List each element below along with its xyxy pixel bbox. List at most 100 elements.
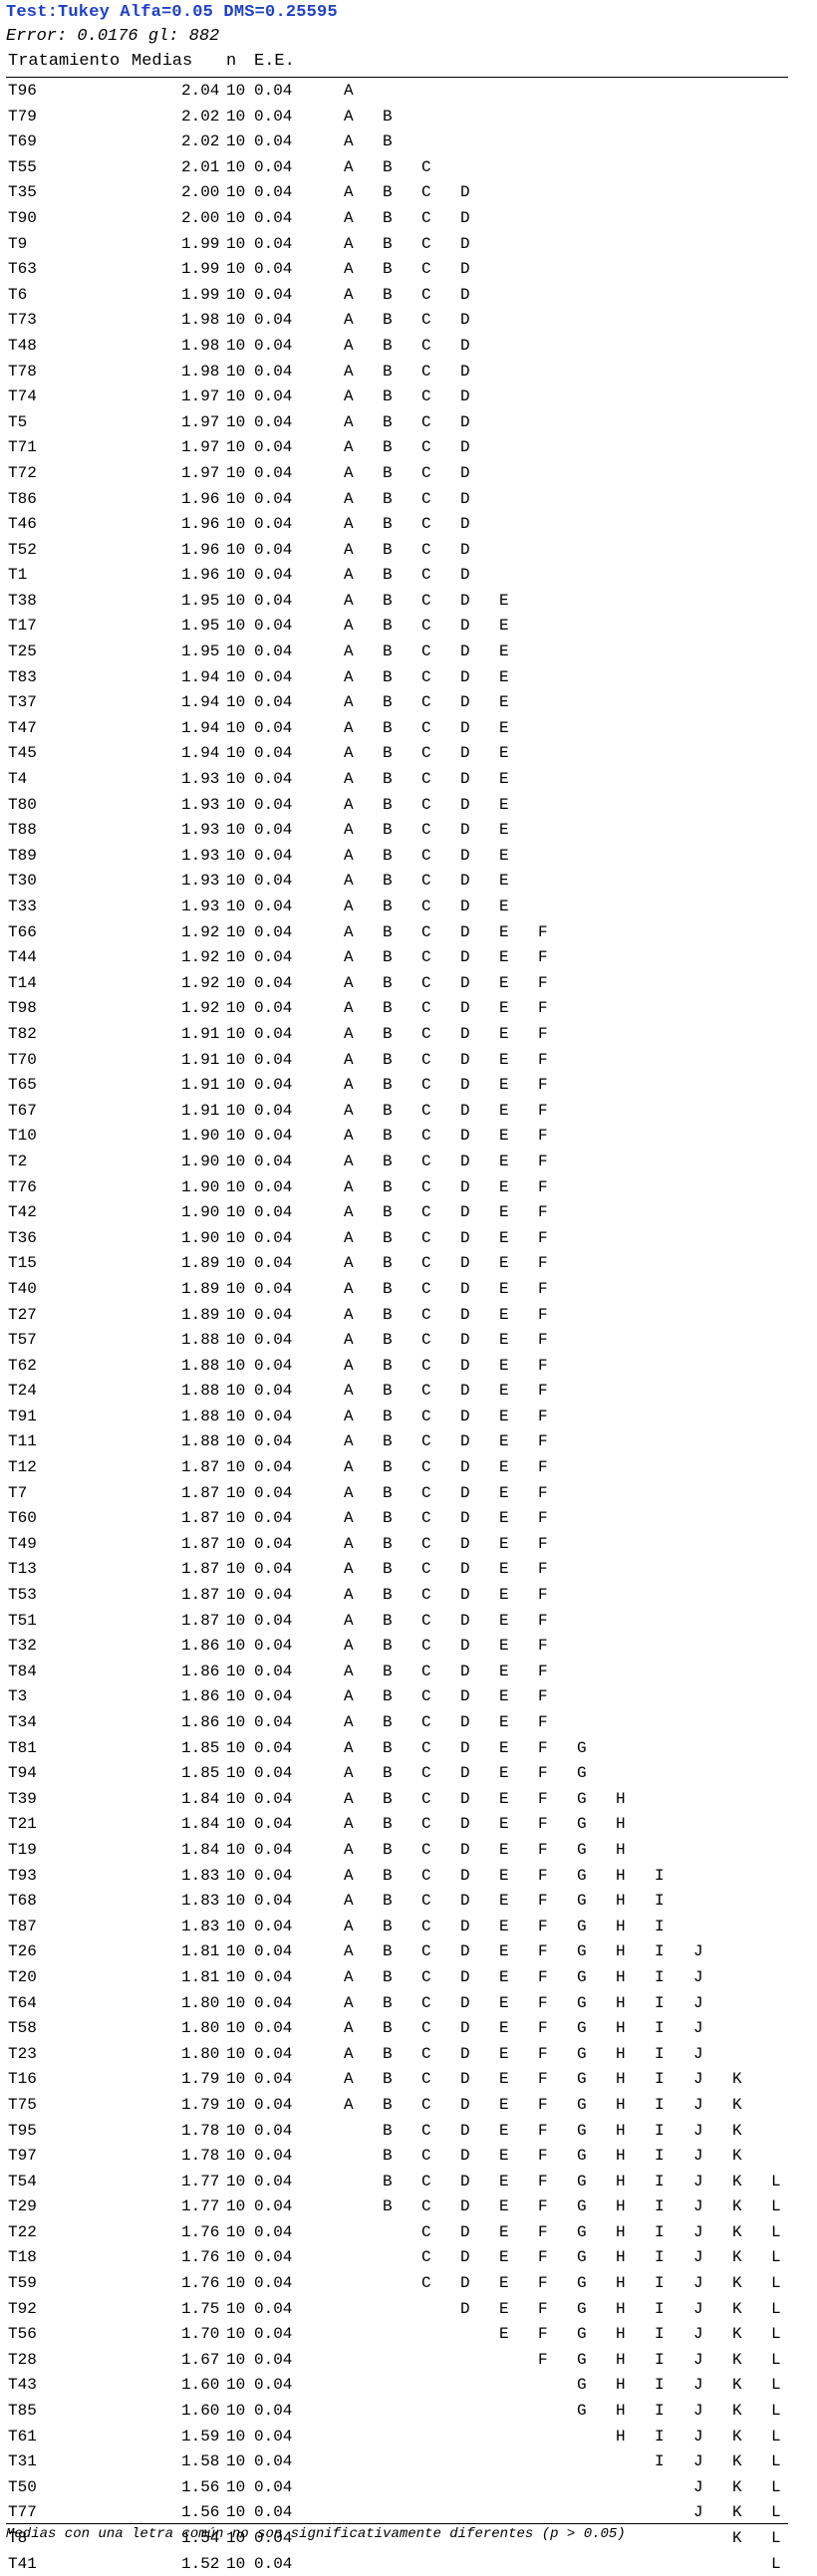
group-letter: B xyxy=(383,1076,393,1095)
group-letter: E xyxy=(499,1534,509,1553)
treatment-cell: T82 xyxy=(8,1024,37,1043)
table-row: T4 1.93 10 0.04 A B C D E xyxy=(0,766,817,792)
group-letter: G xyxy=(577,2299,587,2318)
group-letter: H xyxy=(616,1866,626,1885)
group-letter: C xyxy=(421,463,431,482)
table-row: T60 1.87 10 0.04 A B C D E F xyxy=(0,1505,817,1531)
treatment-cell: T20 xyxy=(8,1967,37,1986)
se-cell: 0.04 xyxy=(254,846,293,865)
group-letter: C xyxy=(421,566,431,585)
group-letter: L xyxy=(771,2325,781,2344)
treatment-cell: T70 xyxy=(8,1050,37,1069)
treatment-cell: T92 xyxy=(8,2299,37,2318)
group-letter: B xyxy=(383,1560,393,1579)
n-cell: 10 xyxy=(226,744,246,763)
table-row: T21 1.84 10 0.04 A B C D E F G H xyxy=(0,1811,817,1837)
mean-cell: 1.67 xyxy=(181,2350,220,2369)
group-letter: E xyxy=(499,2019,509,2038)
group-letter: E xyxy=(499,821,509,840)
n-cell: 10 xyxy=(226,846,246,865)
n-cell: 10 xyxy=(226,2402,246,2421)
group-letter: J xyxy=(693,2503,703,2522)
group-letter: C xyxy=(421,234,431,253)
group-letter: A xyxy=(344,1534,354,1553)
n-cell: 10 xyxy=(226,1509,246,1528)
table-row: T64 1.80 10 0.04 A B C D E F G H I J xyxy=(0,1990,817,2016)
group-letter: H xyxy=(616,1967,626,1986)
group-letter: A xyxy=(344,693,354,712)
group-letter: D xyxy=(460,2121,470,2140)
group-letter: H xyxy=(616,2121,626,2140)
group-letter: A xyxy=(344,1458,354,1477)
group-letter: D xyxy=(460,1076,470,1095)
group-letter: C xyxy=(421,1432,431,1451)
se-cell: 0.04 xyxy=(254,2197,293,2216)
group-letter: A xyxy=(344,744,354,763)
group-letter: C xyxy=(421,157,431,176)
group-letter: D xyxy=(460,1101,470,1120)
group-letter: E xyxy=(499,1560,509,1579)
table-row: T43 1.60 10 0.04 G H I J K L xyxy=(0,2372,817,2398)
group-letter: B xyxy=(383,922,393,941)
table-row: T28 1.67 10 0.04 F G H I J K L xyxy=(0,2347,817,2373)
group-letter: C xyxy=(421,260,431,279)
n-cell: 10 xyxy=(226,311,246,330)
group-letter: A xyxy=(344,1483,354,1502)
group-letter: A xyxy=(344,234,354,253)
group-letter: A xyxy=(344,438,354,457)
group-letter: J xyxy=(693,2095,703,2114)
group-letter: E xyxy=(499,1764,509,1783)
group-letter: I xyxy=(655,1866,665,1885)
se-cell: 0.04 xyxy=(254,1228,293,1247)
group-letter: D xyxy=(460,846,470,865)
group-letter: K xyxy=(732,2529,742,2547)
treatment-cell: T11 xyxy=(8,1432,37,1451)
group-letter: E xyxy=(499,2147,509,2166)
group-letter: F xyxy=(538,1815,548,1834)
group-letter: I xyxy=(655,1917,665,1935)
n-cell: 10 xyxy=(226,1967,246,1986)
group-letter: B xyxy=(383,1840,393,1859)
group-letter: D xyxy=(460,2070,470,2089)
group-letter: B xyxy=(383,667,393,686)
group-letter: H xyxy=(616,2274,626,2293)
n-cell: 10 xyxy=(226,1815,246,1834)
group-letter: F xyxy=(538,1382,548,1401)
treatment-cell: T90 xyxy=(8,208,37,227)
mean-cell: 1.78 xyxy=(181,2121,220,2140)
group-letter: C xyxy=(421,1764,431,1783)
group-letter: E xyxy=(499,1254,509,1273)
group-letter: C xyxy=(421,515,431,534)
group-letter: E xyxy=(499,795,509,814)
se-cell: 0.04 xyxy=(254,1127,293,1146)
group-letter: K xyxy=(732,2452,742,2471)
n-cell: 10 xyxy=(226,183,246,202)
group-letter: I xyxy=(655,2070,665,2089)
table-row: T56 1.70 10 0.04 E F G H I J K L xyxy=(0,2321,817,2347)
treatment-cell: T73 xyxy=(8,311,37,330)
group-letter: B xyxy=(383,693,393,712)
group-letter: I xyxy=(655,2019,665,2038)
group-letter: A xyxy=(344,1432,354,1451)
group-letter: E xyxy=(499,1713,509,1731)
se-cell: 0.04 xyxy=(254,540,293,559)
group-letter: F xyxy=(538,1637,548,1656)
table-row: T95 1.78 10 0.04 B C D E F G H I J K xyxy=(0,2118,817,2144)
n-cell: 10 xyxy=(226,2095,246,2114)
group-letter: A xyxy=(344,1152,354,1170)
group-letter: K xyxy=(732,2402,742,2421)
group-letter: A xyxy=(344,999,354,1018)
group-letter: F xyxy=(538,1993,548,2012)
group-letter: D xyxy=(460,2222,470,2241)
group-letter: B xyxy=(383,1713,393,1731)
table-row: T90 2.00 10 0.04 A B C D xyxy=(0,205,817,231)
group-letter: C xyxy=(421,1637,431,1656)
group-letter: B xyxy=(383,107,393,126)
treatment-cell: T80 xyxy=(8,795,37,814)
group-letter: D xyxy=(460,973,470,992)
group-letter: F xyxy=(538,1458,548,1477)
group-letter: F xyxy=(538,1866,548,1885)
group-letter: E xyxy=(499,973,509,992)
n-cell: 10 xyxy=(226,208,246,227)
group-letter: C xyxy=(421,1177,431,1196)
